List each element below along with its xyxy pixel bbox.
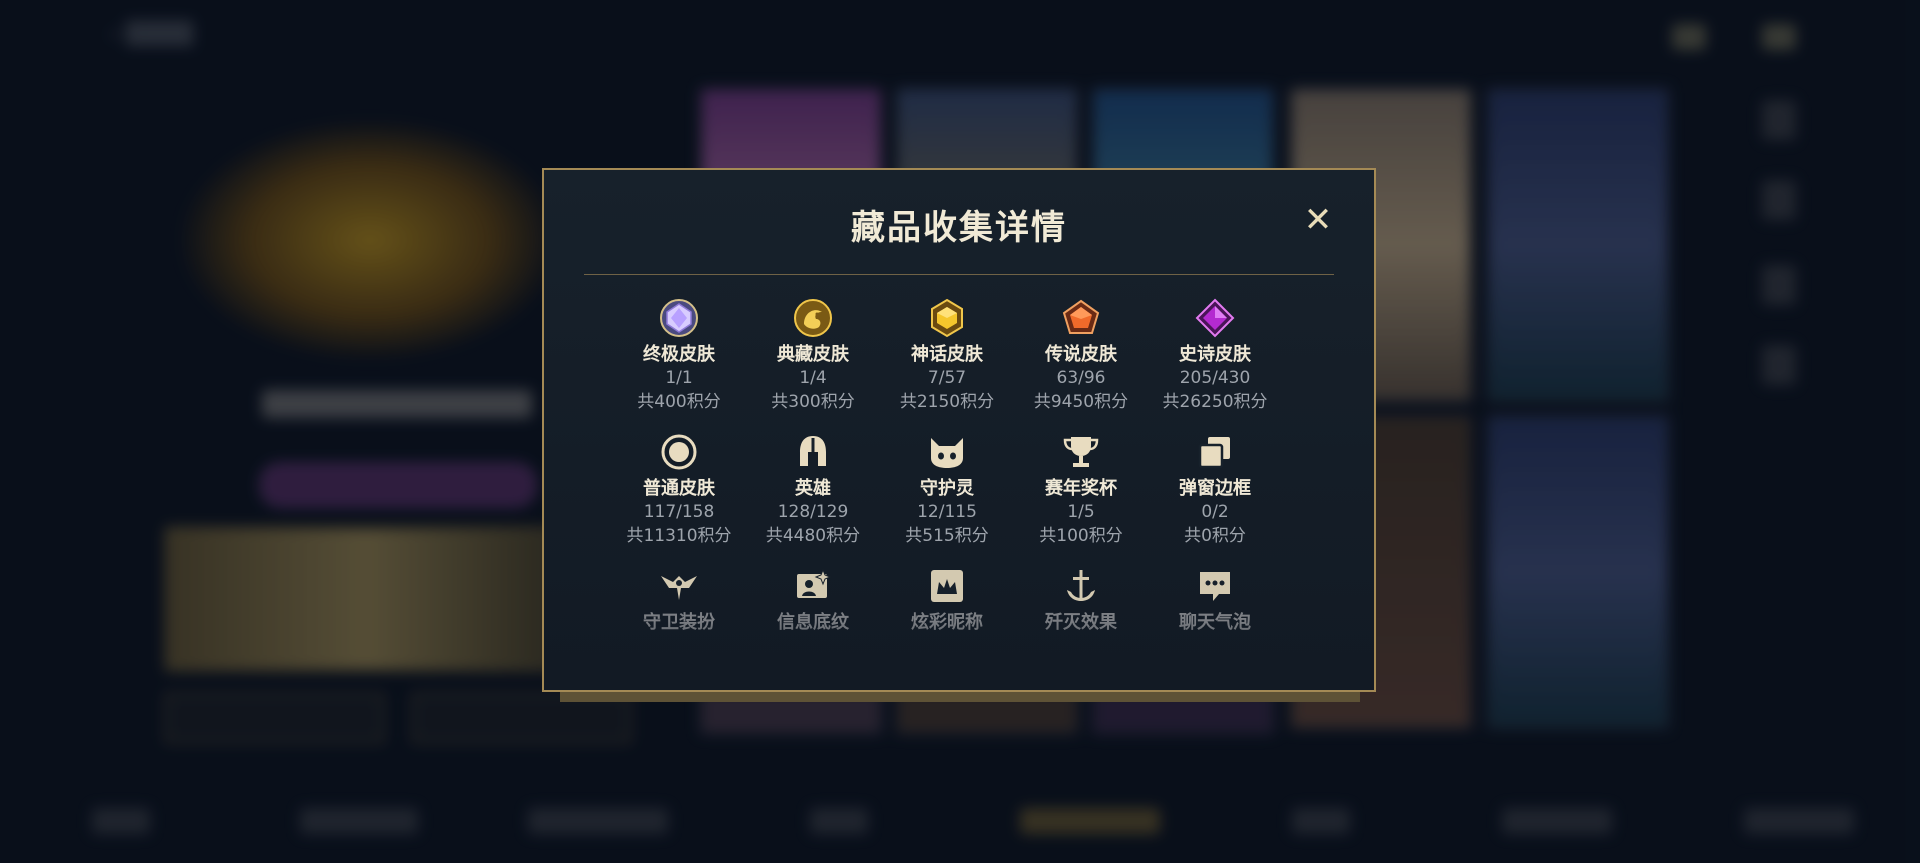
classic-skin-dragon-icon [794, 299, 832, 337]
item-name: 守护灵 [920, 478, 974, 499]
collection-item-epic-skin[interactable]: 史诗皮肤 205/430 共26250积分 [1148, 298, 1282, 414]
item-name: 普通皮肤 [643, 478, 715, 499]
item-name: 弹窗边框 [1179, 478, 1251, 499]
item-count: 1/4 [799, 368, 827, 388]
info-background-icon [797, 568, 832, 598]
item-points: 共100积分 [1039, 526, 1123, 546]
ultimate-skin-gem-icon [660, 299, 698, 337]
collection-details-modal: 藏品收集详情 ✕ 终极皮肤 1/1 共400积分 典藏皮肤 1/4 共300积分 [542, 168, 1376, 692]
annihilation-effect-icon [1067, 570, 1095, 601]
item-count: 1/1 [665, 368, 693, 388]
colorful-nickname-icon [931, 570, 963, 602]
chat-bubble-icon [1200, 572, 1230, 601]
item-name: 英雄 [795, 478, 831, 499]
guard-outfit-icon [661, 576, 697, 600]
season-trophy-icon [1063, 437, 1099, 467]
item-points: 共4480积分 [765, 526, 861, 546]
item-count: 128/129 [777, 502, 849, 522]
title-divider [584, 274, 1334, 275]
modal-title: 藏品收集详情 [851, 208, 1067, 248]
item-name: 典藏皮肤 [777, 344, 849, 365]
collection-item-normal-skin[interactable]: 普通皮肤 117/158 共11310积分 [612, 432, 746, 548]
item-name: 信息底纹 [777, 612, 849, 633]
mythic-skin-gem-icon [931, 298, 963, 338]
item-name: 守卫装扮 [643, 612, 715, 633]
collection-item-mythic-skin[interactable]: 神话皮肤 7/57 共2150积分 [880, 298, 1014, 414]
item-points: 共515积分 [905, 526, 989, 546]
collection-item-classic-skin[interactable]: 典藏皮肤 1/4 共300积分 [746, 298, 880, 414]
item-name: 赛年奖杯 [1045, 478, 1117, 499]
item-count: 1/5 [1067, 502, 1095, 522]
close-button[interactable]: ✕ [1302, 203, 1334, 237]
item-name: 传说皮肤 [1045, 344, 1117, 365]
guardian-spirit-icon [931, 438, 963, 468]
collection-item-guardian[interactable]: 守护灵 12/115 共515积分 [880, 432, 1014, 548]
item-count: 63/96 [1056, 368, 1106, 388]
epic-skin-gem-icon [1195, 298, 1235, 338]
collection-item-annihilation-effect[interactable]: 歼灭效果 [1014, 566, 1148, 634]
collection-item-season-trophy[interactable]: 赛年奖杯 1/5 共100积分 [1014, 432, 1148, 548]
item-count: 205/430 [1179, 368, 1251, 388]
collection-item-popup-frame[interactable]: 弹窗边框 0/2 共0积分 [1148, 432, 1282, 548]
popup-frame-icon [1198, 437, 1230, 469]
item-name: 神话皮肤 [911, 344, 983, 365]
item-count: 117/158 [643, 502, 715, 522]
item-points: 共0积分 [1184, 526, 1246, 546]
collection-item-hero[interactable]: 英雄 128/129 共4480积分 [746, 432, 880, 548]
item-name: 聊天气泡 [1179, 612, 1251, 633]
modal-bottom-shadow [560, 692, 1360, 702]
item-count: 7/57 [927, 368, 967, 388]
collection-item-chat-bubble[interactable]: 聊天气泡 [1148, 566, 1282, 634]
item-name: 歼灭效果 [1045, 612, 1117, 633]
item-points: 共9450积分 [1033, 392, 1129, 412]
item-name: 终极皮肤 [643, 344, 715, 365]
item-points: 共11310积分 [626, 526, 732, 546]
item-points: 共300积分 [771, 392, 855, 412]
item-points: 共400积分 [637, 392, 721, 412]
item-count: 0/2 [1201, 502, 1229, 522]
hero-helmet-icon [800, 436, 826, 466]
normal-skin-circle-icon [661, 434, 697, 470]
item-name: 史诗皮肤 [1179, 344, 1251, 365]
item-points: 共26250积分 [1162, 392, 1268, 412]
collection-item-info-background[interactable]: 信息底纹 [746, 566, 880, 634]
legendary-skin-gem-icon [1062, 299, 1100, 334]
collection-item-guard-outfit[interactable]: 守卫装扮 [612, 566, 746, 634]
item-name: 炫彩昵称 [911, 612, 983, 633]
item-count: 12/115 [917, 502, 977, 522]
collection-item-legendary-skin[interactable]: 传说皮肤 63/96 共9450积分 [1014, 298, 1148, 414]
item-points: 共2150积分 [899, 392, 995, 412]
collection-item-ultimate-skin[interactable]: 终极皮肤 1/1 共400积分 [612, 298, 746, 414]
collection-item-colorful-nickname[interactable]: 炫彩昵称 [880, 566, 1014, 634]
